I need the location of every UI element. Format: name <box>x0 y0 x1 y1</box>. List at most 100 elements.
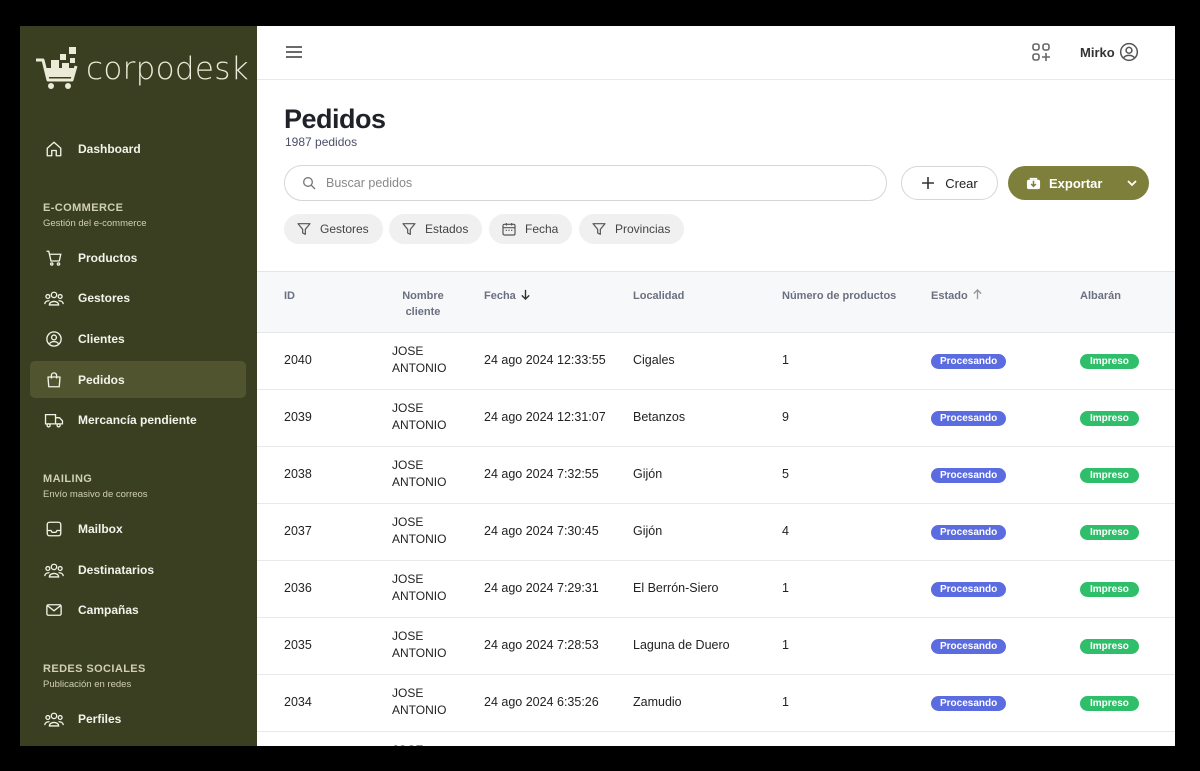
inbox-icon <box>44 519 64 539</box>
brand-name: corpodesk <box>86 51 249 87</box>
section-title-mailing: MAILING <box>43 473 93 485</box>
status-badge: Procesando <box>931 411 1007 426</box>
sidebar-item-mailbox[interactable]: Mailbox <box>30 510 246 547</box>
top-bar: Mirko <box>257 26 1175 80</box>
sidebar-item-perfiles[interactable]: Perfiles <box>30 700 246 737</box>
brand-logo[interactable]: corpodesk <box>34 46 249 92</box>
column-header-localidad[interactable]: Localidad <box>633 288 684 304</box>
filter-label: Estados <box>425 222 469 236</box>
sidebar: corpodesk Dashboard E-COMMERCE Gestión d… <box>20 26 257 746</box>
sidebar-item-dashboard[interactable]: Dashboard <box>30 130 246 167</box>
home-icon <box>44 139 64 159</box>
section-title-redes-sociales: REDES SOCIALES <box>43 663 146 675</box>
status-badge: Procesando <box>931 468 1007 483</box>
filter-label: Fecha <box>525 222 559 236</box>
column-header-id[interactable]: ID <box>284 288 295 304</box>
user-name[interactable]: Mirko <box>1080 45 1115 60</box>
filter-label: Provincias <box>615 222 671 236</box>
cell-nombre-cliente: JOSE ANTONIO <box>392 571 446 605</box>
users-icon <box>44 288 64 308</box>
cell-name-line: ANTONIO <box>392 589 447 603</box>
section-subtitle-mailing: Envío masivo de correos <box>43 489 148 500</box>
sidebar-item-pedidos[interactable]: Pedidos <box>30 361 246 398</box>
sidebar-item-label: Pedidos <box>78 372 125 387</box>
table-row[interactable]: JOSE <box>257 732 1175 746</box>
sidebar-item-label: Campañas <box>78 602 139 617</box>
cell-localidad: Zamudio <box>633 695 682 709</box>
filter-provincias[interactable]: Provincias <box>579 214 685 244</box>
sidebar-item-clientes[interactable]: Clientes <box>30 320 246 357</box>
cart-logo-icon <box>36 47 78 89</box>
cell-nombre-cliente: JOSE <box>392 742 423 746</box>
cell-nombre-cliente: JOSE ANTONIO <box>392 685 446 719</box>
cell-fecha: 24 ago 2024 7:28:53 <box>484 638 599 652</box>
section-title-ecommerce: E-COMMERCE <box>43 202 124 214</box>
sidebar-item-destinatarios[interactable]: Destinatarios <box>30 551 246 588</box>
filter-estados[interactable]: Estados <box>389 214 483 244</box>
search-input[interactable] <box>326 176 866 190</box>
user-circle-icon <box>44 329 64 349</box>
cell-id: 2035 <box>284 638 312 652</box>
cell-id: 2040 <box>284 353 312 367</box>
export-button[interactable]: Exportar <box>1008 166 1149 200</box>
table-row[interactable]: 2037 JOSE ANTONIO 24 ago 2024 7:30:45 Gijón 4… <box>257 504 1175 561</box>
cell-nombre-cliente: JOSE ANTONIO <box>392 457 446 491</box>
sort-desc-icon <box>520 289 531 301</box>
filter-icon <box>591 221 607 237</box>
cell-name-line: ANTONIO <box>392 418 447 432</box>
table-row[interactable]: 2034 JOSE ANTONIO 24 ago 2024 6:35:26 Zamudi… <box>257 675 1175 732</box>
table-header: ID Nombre cliente Fecha Localidad Número… <box>257 271 1175 333</box>
hamburger-menu-icon[interactable] <box>285 43 303 61</box>
column-header-estado[interactable]: Estado <box>931 288 983 304</box>
cell-name-line: ANTONIO <box>392 703 447 717</box>
cell-localidad: Betanzos <box>633 410 686 424</box>
table-row[interactable]: 2040 JOSE ANTONIO 24 ago 2024 12:33:55 Cigal… <box>257 333 1175 390</box>
sidebar-item-mercancia-pendiente[interactable]: Mercancía pendiente <box>30 401 246 438</box>
table-row[interactable]: 2035 JOSE ANTONIO 24 ago 2024 7:28:53 Laguna… <box>257 618 1175 675</box>
plus-icon <box>921 176 935 190</box>
albaran-badge: Impreso <box>1080 582 1139 597</box>
create-button[interactable]: Crear <box>901 166 998 200</box>
cell-fecha: 24 ago 2024 12:33:55 <box>484 353 606 367</box>
column-header-nombre-cliente[interactable]: Nombre cliente <box>397 288 449 320</box>
column-header-albaran[interactable]: Albarán <box>1080 288 1121 304</box>
column-header-numero-productos[interactable]: Número de productos <box>782 288 896 304</box>
filter-gestores[interactable]: Gestores <box>284 214 383 244</box>
mail-icon <box>44 600 64 620</box>
albaran-badge: Impreso <box>1080 525 1139 540</box>
sidebar-item-label: Mailbox <box>78 521 123 536</box>
cell-nombre-cliente: JOSE ANTONIO <box>392 343 446 377</box>
sidebar-item-label: Perfiles <box>78 711 122 726</box>
sidebar-item-label: Destinatarios <box>78 562 155 577</box>
cell-id: 2039 <box>284 410 312 424</box>
cell-id: 2038 <box>284 467 312 481</box>
filter-fecha[interactable]: Fecha <box>489 214 573 244</box>
sidebar-item-campanas[interactable]: Campañas <box>30 591 246 628</box>
calendar-icon <box>501 221 517 237</box>
cell-localidad: Laguna de Duero <box>633 638 730 652</box>
table-row[interactable]: 2036 JOSE ANTONIO 24 ago 2024 7:29:31 El Ber… <box>257 561 1175 618</box>
cell-localidad: El Berrón-Siero <box>633 581 719 595</box>
cell-numero-productos: 1 <box>782 638 789 652</box>
cell-numero-productos: 1 <box>782 581 789 595</box>
sort-asc-icon <box>972 288 983 300</box>
sidebar-item-gestores[interactable]: Gestores <box>30 279 246 316</box>
sidebar-item-productos[interactable]: Productos <box>30 239 246 276</box>
cell-name-line: ANTONIO <box>392 361 447 375</box>
table-row[interactable]: 2038 JOSE ANTONIO 24 ago 2024 7:32:55 Gijón 5… <box>257 447 1175 504</box>
user-avatar-icon[interactable] <box>1119 42 1139 62</box>
search-box[interactable] <box>284 165 887 201</box>
chevron-down-icon[interactable] <box>1125 176 1139 190</box>
column-header-label: Estado <box>931 290 968 302</box>
add-app-icon[interactable] <box>1031 42 1051 62</box>
cell-name-line: ANTONIO <box>392 646 447 660</box>
status-badge: Procesando <box>931 639 1007 654</box>
table-row[interactable]: 2039 JOSE ANTONIO 24 ago 2024 12:31:07 Betan… <box>257 390 1175 447</box>
column-header-fecha[interactable]: Fecha <box>484 288 531 304</box>
cell-id: 2036 <box>284 581 312 595</box>
cell-numero-productos: 5 <box>782 467 789 481</box>
albaran-badge: Impreso <box>1080 468 1139 483</box>
sidebar-item-label: Gestores <box>78 290 131 305</box>
filter-icon <box>401 221 417 237</box>
cell-id: 2034 <box>284 695 312 709</box>
